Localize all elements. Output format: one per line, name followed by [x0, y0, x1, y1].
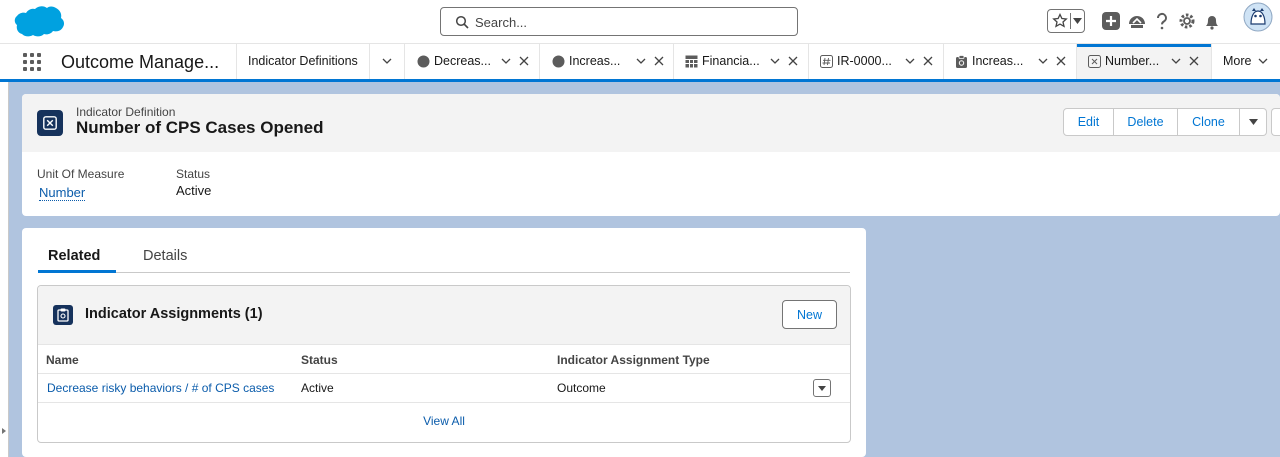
close-icon[interactable]	[519, 56, 529, 66]
global-search-input[interactable]: Search...	[440, 7, 798, 36]
tab-details[interactable]: Details	[143, 248, 187, 264]
unit-of-measure-label: Unit Of Measure	[37, 167, 125, 181]
edit-button[interactable]: Edit	[1063, 108, 1114, 136]
clone-button[interactable]: Clone	[1178, 108, 1240, 136]
more-label: More	[1223, 54, 1252, 68]
chevron-down-icon	[1248, 119, 1258, 125]
related-card: Related Details Indicator Assignments (1…	[22, 228, 866, 457]
close-icon[interactable]	[1056, 56, 1066, 66]
app-name: Outcome Manage...	[61, 52, 220, 72]
close-icon[interactable]	[788, 56, 798, 66]
add-icon[interactable]	[1100, 10, 1122, 32]
indicator-definition-icon	[37, 110, 63, 136]
tab-increase-2[interactable]: Increas...	[943, 44, 1076, 80]
favorites-button[interactable]	[1047, 9, 1085, 33]
record-highlights-panel: Indicator Definition Number of CPS Cases…	[22, 94, 1280, 152]
chevron-down-icon[interactable]	[1038, 56, 1048, 66]
tab-financial[interactable]: Financia...	[673, 44, 808, 80]
tab-label: Increas...	[972, 54, 1024, 68]
related-list-title[interactable]: Indicator Assignments (1)	[85, 306, 263, 322]
row-actions-button[interactable]	[813, 379, 831, 397]
star-icon	[1052, 13, 1068, 28]
circle-icon	[552, 55, 565, 68]
table-header-row: Name Status Indicator Assignment Type	[38, 344, 850, 374]
record-type-label: Indicator Definition	[76, 105, 176, 119]
close-icon[interactable]	[654, 56, 664, 66]
more-actions-button[interactable]	[1240, 108, 1267, 136]
column-header-name: Name	[46, 353, 79, 367]
chevron-down-icon	[382, 58, 392, 64]
status-label: Status	[176, 167, 211, 181]
related-list-header: Indicator Assignments (1) New	[38, 286, 850, 344]
more-tabs-menu[interactable]: More	[1211, 44, 1280, 80]
indicator-icon	[1088, 55, 1101, 68]
tab-label: Indicator Definitions	[248, 54, 358, 68]
view-all-link[interactable]: View All	[38, 414, 850, 428]
tab-label: Increas...	[569, 54, 621, 68]
tab-label: IR-0000...	[837, 54, 892, 68]
record-header: Indicator Definition Number of CPS Cases…	[22, 94, 1280, 216]
table-icon	[685, 55, 698, 68]
tab-indicator-definitions[interactable]: Indicator Definitions	[236, 44, 369, 80]
table-row: Decrease risky behaviors / # of CPS case…	[38, 374, 850, 403]
indicator-assignments-related-list: Indicator Assignments (1) New Name Statu…	[37, 285, 851, 443]
assignment-status: Active	[301, 381, 334, 395]
search-icon	[455, 15, 469, 29]
assignment-name-link[interactable]: Decrease risky behaviors / # of CPS case…	[47, 381, 274, 395]
clipboard-icon	[53, 305, 73, 325]
tab-label: Number...	[1105, 54, 1160, 68]
tab-related[interactable]: Related	[48, 248, 100, 264]
clipboard-icon	[956, 55, 967, 68]
tab-number-active[interactable]: Number...	[1076, 44, 1211, 80]
tab-increase-1[interactable]: Increas...	[539, 44, 673, 80]
hash-icon	[820, 55, 833, 68]
app-launcher-icon[interactable]	[23, 53, 41, 71]
chevron-down-icon[interactable]	[1171, 56, 1181, 66]
tab-indicator-definitions-menu[interactable]	[369, 44, 404, 80]
chevron-down-icon[interactable]	[636, 56, 646, 66]
new-button[interactable]: New	[782, 300, 837, 329]
global-header: Search...	[0, 0, 1280, 43]
chevron-down-icon[interactable]	[905, 56, 915, 66]
tab-divider	[38, 272, 850, 273]
active-tab-indicator	[38, 270, 116, 273]
tab-ir[interactable]: IR-0000...	[808, 44, 943, 80]
user-avatar-icon[interactable]	[1243, 2, 1273, 32]
delete-button[interactable]: Delete	[1114, 108, 1178, 136]
app-navigation-bar: Outcome Manage... Indicator Definitions …	[0, 43, 1280, 82]
follow-button-edge[interactable]	[1271, 108, 1280, 136]
circle-icon	[417, 55, 430, 68]
search-placeholder: Search...	[475, 15, 528, 30]
assignment-type: Outcome	[557, 381, 606, 395]
chevron-down-icon	[1258, 58, 1268, 64]
close-icon[interactable]	[923, 56, 933, 66]
unit-of-measure-link[interactable]: Number	[39, 185, 86, 201]
utility-side-strip[interactable]	[0, 82, 9, 457]
column-header-type: Indicator Assignment Type	[557, 353, 710, 367]
trailhead-icon[interactable]	[1126, 10, 1148, 32]
salesforce-logo[interactable]	[14, 4, 66, 40]
record-actions: Edit Delete Clone	[1063, 108, 1267, 136]
tab-label: Financia...	[702, 54, 760, 68]
chevron-down-icon[interactable]	[770, 56, 780, 66]
page-title: Number of CPS Cases Opened	[76, 118, 324, 137]
help-icon[interactable]	[1151, 10, 1173, 32]
chevron-down-icon	[818, 386, 826, 391]
close-icon[interactable]	[1189, 56, 1199, 66]
notifications-bell-icon[interactable]	[1201, 10, 1223, 32]
tab-label: Decreas...	[434, 54, 491, 68]
gear-icon[interactable]	[1176, 10, 1198, 32]
status-value: Active	[176, 183, 212, 198]
chevron-down-icon[interactable]	[501, 56, 511, 66]
chevron-down-icon	[1073, 18, 1082, 24]
column-header-status: Status	[301, 353, 338, 367]
tab-decrease[interactable]: Decreas...	[404, 44, 539, 80]
